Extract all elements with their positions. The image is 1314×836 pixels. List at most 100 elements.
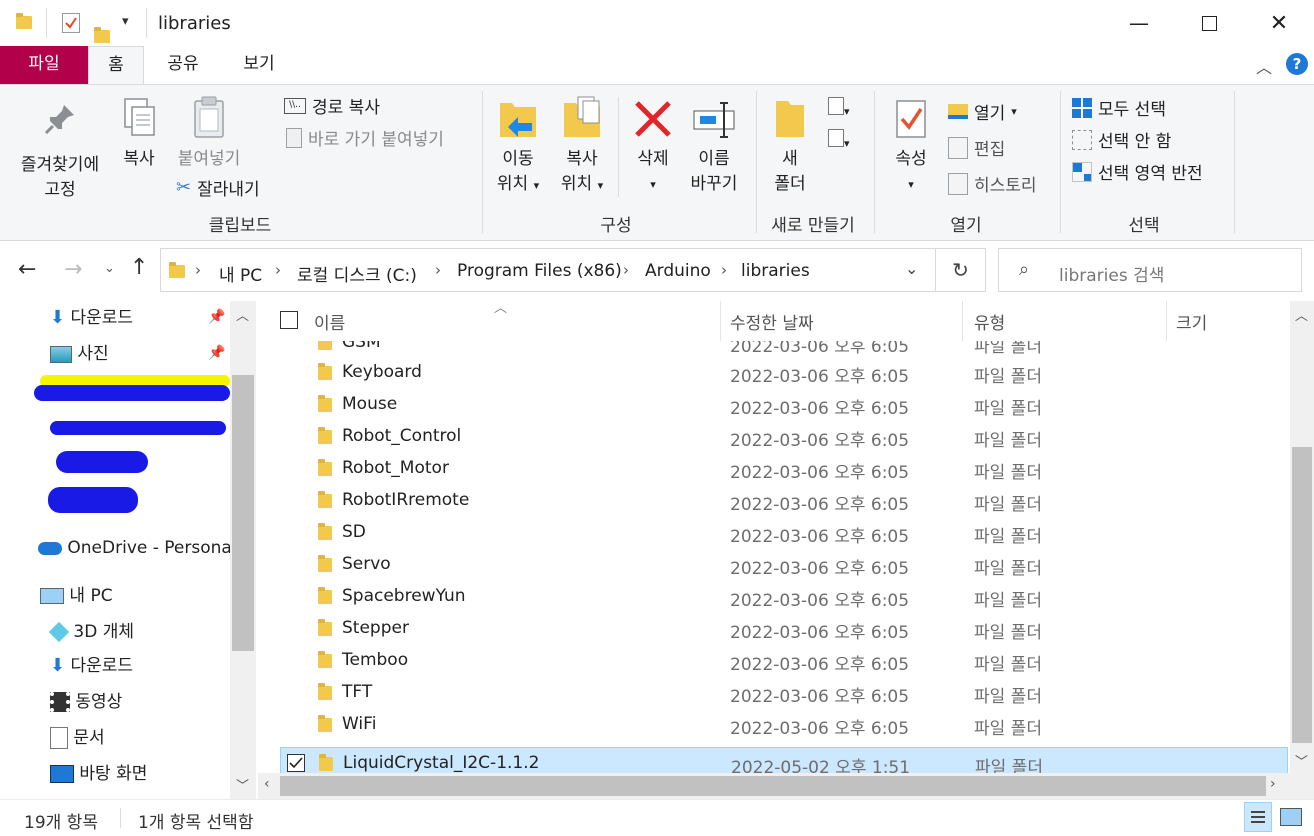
nav-item-downloads-pinned[interactable]: ⬇ 다운로드	[50, 303, 133, 333]
delete-button[interactable]: 삭제 ▾	[626, 95, 680, 197]
nav-item-this-pc[interactable]: 내 PC	[40, 581, 113, 611]
details-view-button[interactable]	[1244, 802, 1272, 832]
column-divider[interactable]	[962, 301, 963, 341]
scroll-up-icon[interactable]: ︿	[1295, 305, 1308, 324]
select-all-checkbox[interactable]	[280, 311, 298, 329]
minimize-button[interactable]: —	[1104, 0, 1174, 46]
scroll-down-icon[interactable]: ﹀	[236, 775, 249, 794]
edit-button[interactable]: 편집	[948, 135, 1005, 160]
breadcrumb-arduino[interactable]: Arduino	[645, 261, 711, 281]
row-checkbox[interactable]	[286, 715, 304, 733]
nav-item-onedrive[interactable]: OneDrive - Personal	[38, 533, 237, 563]
select-all-button[interactable]: 모두 선택	[1072, 95, 1166, 120]
invert-selection-button[interactable]: 선택 영역 반전	[1072, 159, 1203, 184]
scroll-left-icon[interactable]: ‹	[264, 776, 270, 792]
history-button[interactable]: 히스토리	[948, 171, 1037, 196]
table-row[interactable]: Servo 2022-03-06 오후 6:05 파일 폴더	[280, 549, 1288, 581]
maximize-button[interactable]	[1174, 0, 1244, 46]
nav-scrollbar[interactable]: ︿ ﹀	[230, 301, 256, 799]
scroll-up-icon[interactable]: ︿	[236, 305, 249, 324]
row-checkbox[interactable]	[287, 754, 305, 772]
cut-button[interactable]: ✂ 잘라내기	[176, 175, 260, 200]
up-button[interactable]: ↑	[130, 255, 148, 280]
customize-quick-access-icon[interactable]: ▾	[122, 14, 129, 29]
pin-to-quick-access-button[interactable]: 즐겨찾기에 고정	[10, 95, 110, 203]
rename-button[interactable]: 이름 바꾸기	[682, 95, 746, 197]
row-checkbox[interactable]	[286, 395, 304, 413]
row-checkbox[interactable]	[286, 651, 304, 669]
table-row[interactable]: Mouse 2022-03-06 오후 6:05 파일 폴더	[280, 389, 1288, 421]
nav-item-videos[interactable]: 동영상	[50, 687, 122, 717]
row-checkbox[interactable]	[286, 683, 304, 701]
breadcrumb-local-disk[interactable]: 로컬 디스크 (C:)	[297, 261, 417, 286]
nav-item-pictures-pinned[interactable]: 사진	[50, 339, 109, 369]
move-to-button[interactable]: 이동 위치 ▾	[488, 95, 548, 198]
breadcrumb-program-files[interactable]: Program Files (x86)	[457, 261, 622, 281]
new-item-button[interactable]: ▾	[828, 97, 862, 119]
open-button[interactable]: 열기 ▾	[948, 99, 1017, 124]
table-row[interactable]: Robot_Control 2022-03-06 오후 6:05 파일 폴더	[280, 421, 1288, 453]
breadcrumb-this-pc[interactable]: 내 PC	[219, 261, 262, 286]
forward-button[interactable]: →	[64, 257, 82, 282]
column-type[interactable]: 유형	[974, 309, 1005, 334]
recent-locations-button[interactable]: ⌄	[104, 261, 115, 276]
paste-shortcut-button[interactable]: 바로 가기 붙여넣기	[286, 125, 444, 150]
row-checkbox[interactable]	[286, 523, 304, 541]
tab-home[interactable]: 홈	[88, 46, 144, 84]
column-date[interactable]: 수정한 날짜	[730, 309, 814, 334]
new-folder-quick-icon[interactable]	[94, 27, 110, 43]
table-row[interactable]: RobotIRremote 2022-03-06 오후 6:05 파일 폴더	[280, 485, 1288, 517]
tab-view[interactable]: 보기	[226, 46, 292, 84]
row-checkbox[interactable]	[286, 619, 304, 637]
address-bar[interactable]: › 내 PC › 로컬 디스크 (C:) › Program Files (x8…	[160, 248, 936, 292]
table-row[interactable]: Temboo 2022-03-06 오후 6:05 파일 폴더	[280, 645, 1288, 677]
row-checkbox[interactable]	[286, 587, 304, 605]
table-row[interactable]: TFT 2022-03-06 오후 6:05 파일 폴더	[280, 677, 1288, 709]
help-icon[interactable]: ?	[1286, 53, 1308, 75]
properties-button[interactable]: 속성 ▾	[884, 95, 938, 197]
properties-quick-icon[interactable]	[62, 13, 80, 33]
tab-share[interactable]: 공유	[150, 46, 216, 84]
table-row[interactable]: Stepper 2022-03-06 오후 6:05 파일 폴더	[280, 613, 1288, 645]
collapse-ribbon-icon[interactable]: ︿	[1256, 54, 1272, 78]
content-horizontal-scrollbar[interactable]: ‹ ›	[258, 773, 1290, 799]
row-checkbox[interactable]	[286, 363, 304, 381]
new-folder-button[interactable]: 새 폴더	[764, 95, 816, 197]
address-history-dropdown[interactable]: ⌄	[905, 259, 918, 278]
column-name[interactable]: 이름	[314, 309, 345, 334]
row-checkbox[interactable]	[286, 555, 304, 573]
column-divider[interactable]	[720, 301, 721, 341]
scroll-right-icon[interactable]: ›	[1270, 776, 1276, 792]
search-box[interactable]: ⌕ libraries 검색	[998, 248, 1302, 292]
scroll-down-icon[interactable]: ﹀	[1295, 751, 1308, 770]
back-button[interactable]: ←	[18, 257, 36, 282]
horizontal-scroll-thumb[interactable]	[280, 776, 1266, 796]
large-icons-view-button[interactable]	[1276, 802, 1306, 832]
copy-path-button[interactable]: \\.. 경로 복사	[284, 93, 380, 118]
content-vertical-scrollbar[interactable]: ︿ ﹀	[1290, 301, 1314, 773]
row-checkbox[interactable]	[286, 427, 304, 445]
easy-access-button[interactable]: ▾	[828, 129, 862, 151]
table-row[interactable]: SpacebrewYun 2022-03-06 오후 6:05 파일 폴더	[280, 581, 1288, 613]
table-row[interactable]: SD 2022-03-06 오후 6:05 파일 폴더	[280, 517, 1288, 549]
nav-item-documents[interactable]: 문서	[50, 723, 105, 753]
close-button[interactable]: ✕	[1244, 0, 1314, 46]
copy-button[interactable]: 복사	[112, 95, 166, 172]
content-scroll-thumb[interactable]	[1292, 447, 1312, 743]
table-row[interactable]: WiFi 2022-03-06 오후 6:05 파일 폴더	[280, 709, 1288, 741]
copy-to-button[interactable]: 복사 위치 ▾	[552, 95, 612, 198]
paste-button[interactable]: 붙여넣기	[170, 95, 248, 172]
column-divider[interactable]	[1166, 301, 1167, 341]
nav-item-3d-objects[interactable]: 3D 개체	[48, 617, 134, 647]
refresh-button[interactable]: ↻	[936, 248, 986, 292]
table-row[interactable]: Keyboard 2022-03-06 오후 6:05 파일 폴더	[280, 357, 1288, 389]
row-checkbox[interactable]	[286, 459, 304, 477]
nav-scroll-thumb[interactable]	[232, 375, 254, 651]
nav-item-desktop[interactable]: 바탕 화면	[50, 759, 147, 789]
tab-file[interactable]: 파일	[0, 46, 88, 84]
row-checkbox[interactable]	[286, 491, 304, 509]
select-none-button[interactable]: 선택 안 함	[1072, 127, 1171, 152]
breadcrumb-libraries[interactable]: libraries	[741, 261, 810, 281]
table-row[interactable]: Robot_Motor 2022-03-06 오후 6:05 파일 폴더	[280, 453, 1288, 485]
column-size[interactable]: 크기	[1176, 309, 1207, 334]
